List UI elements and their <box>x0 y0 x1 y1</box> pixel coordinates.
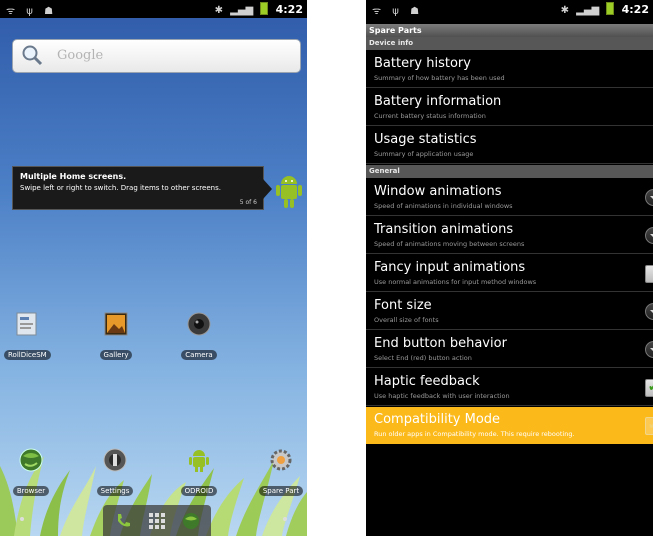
gallery-icon <box>104 312 128 336</box>
haptic-feedback-checkbox[interactable]: ✔ <box>645 379 653 397</box>
page-indicator-dot <box>283 517 287 521</box>
signal-icon: ▂▄▆ <box>576 5 600 16</box>
pref-title: Window animations <box>374 184 502 199</box>
status-bar: ᯤ ψ ☗ ✱ ▂▄▆ 4:22 <box>366 0 653 18</box>
pref-title: End button behavior <box>374 336 507 351</box>
bluetooth-icon: ✱ <box>560 5 569 16</box>
hint-pointer <box>263 179 272 199</box>
app-spare-parts[interactable]: Spare Part <box>258 446 304 497</box>
pref-summary: Select End (red) button action <box>374 354 472 362</box>
battery-icon <box>606 2 615 15</box>
signal-icon: ▂▄▆ <box>230 5 254 16</box>
bluetooth-icon: ✱ <box>214 5 223 16</box>
pref-battery-history[interactable]: Battery history Summary of how battery h… <box>366 51 653 88</box>
dropdown-arrow-icon[interactable] <box>645 189 653 206</box>
checkmark-icon: ✔ <box>648 380 653 396</box>
status-bar: ᯤ ψ ☗ ✱ ▂▄▆ 4:22 <box>0 0 307 18</box>
pref-title: Font size <box>374 298 432 313</box>
app-camera[interactable]: Camera <box>176 310 222 361</box>
app-gallery[interactable]: Gallery <box>93 310 139 361</box>
notification-icons: ᯤ ψ ☗ <box>6 6 58 17</box>
gear-icon <box>270 449 292 471</box>
app-label: RollDiceSM <box>4 350 51 360</box>
pref-title: Battery history <box>374 56 471 71</box>
app-label: Camera <box>181 350 217 360</box>
pref-summary: Speed of animations in individual window… <box>374 202 513 210</box>
app-drawer-icon[interactable] <box>147 511 167 531</box>
pref-summary: Run older apps in Compatibility mode. Th… <box>374 430 575 438</box>
app-label: ODROID <box>180 486 218 496</box>
pref-window-animations[interactable]: Window animations Speed of animations in… <box>366 179 653 216</box>
battery-icon <box>260 2 269 15</box>
category-device-info: Device info <box>366 37 653 50</box>
app-browser[interactable]: Browser <box>8 446 54 497</box>
pref-title: Usage statistics <box>374 132 477 147</box>
home-screens-hint[interactable]: Multiple Home screens. Swipe left or rig… <box>12 166 264 210</box>
search-icon <box>22 45 43 66</box>
app-label: Spare Part <box>258 486 304 496</box>
dropdown-arrow-icon[interactable] <box>645 227 653 244</box>
globe-icon <box>19 448 43 472</box>
pref-title: Compatibility Mode <box>374 412 501 427</box>
pref-title: Fancy input animations <box>374 260 526 275</box>
page-indicator-dot <box>20 517 24 521</box>
phone-icon[interactable] <box>113 511 133 531</box>
app-title-bar: Spare Parts <box>366 24 653 37</box>
pref-summary: Summary of how battery has been used <box>374 74 505 82</box>
dice-app-icon <box>16 312 37 336</box>
fancy-input-checkbox[interactable] <box>645 265 653 283</box>
category-general: General <box>366 165 653 178</box>
hint-title: Multiple Home screens. <box>20 172 127 181</box>
pref-font-size[interactable]: Font size Overall size of fonts <box>366 293 653 330</box>
dropdown-arrow-icon[interactable] <box>645 303 653 320</box>
app-odroid[interactable]: ODROID <box>176 446 222 497</box>
pref-summary: Overall size of fonts <box>374 316 439 324</box>
app-label: Gallery <box>99 350 133 360</box>
home-screen: ᯤ ψ ☗ ✱ ▂▄▆ 4:22 Google Multiple Home sc… <box>0 0 307 536</box>
android-robot-icon <box>189 450 209 472</box>
pref-title: Haptic feedback <box>374 374 480 389</box>
pref-fancy-input-animations[interactable]: Fancy input animations Use normal animat… <box>366 255 653 292</box>
dropdown-arrow-icon[interactable] <box>645 341 653 358</box>
pref-haptic-feedback[interactable]: Haptic feedback Use haptic feedback with… <box>366 369 653 406</box>
status-time: 4:22 <box>275 3 303 16</box>
pref-battery-information[interactable]: Battery information Current battery stat… <box>366 89 653 126</box>
app-label: Settings <box>96 486 134 496</box>
app-rolldicesm[interactable]: RollDiceSM <box>4 310 51 361</box>
pref-summary: Use haptic feedback with user interactio… <box>374 392 510 400</box>
pref-title: Transition animations <box>374 222 514 237</box>
pref-summary: Current battery status information <box>374 112 486 120</box>
app-label: Browser <box>12 486 50 496</box>
pref-end-button-behavior[interactable]: End button behavior Select End (red) but… <box>366 331 653 368</box>
android-robot-icon <box>276 176 302 208</box>
browser-icon[interactable] <box>181 511 201 531</box>
notification-icons: ᯤ ψ ☗ <box>372 6 424 17</box>
google-search-widget[interactable]: Google <box>12 39 301 73</box>
pref-usage-statistics[interactable]: Usage statistics Summary of application … <box>366 127 653 164</box>
hint-body: Swipe left or right to switch. Drag item… <box>20 184 221 192</box>
spare-parts-screen: ᯤ ψ ☗ ✱ ▂▄▆ 4:22 Spare Parts Device info… <box>366 0 653 536</box>
status-time: 4:22 <box>621 3 649 16</box>
pref-compatibility-mode[interactable]: Compatibility Mode Run older apps in Com… <box>366 407 653 444</box>
app-settings[interactable]: Settings <box>92 446 138 497</box>
pref-summary: Use normal animations for input method w… <box>374 278 537 286</box>
camera-icon <box>187 312 211 336</box>
checkmark-icon: ✔ <box>648 418 653 434</box>
pref-transition-animations[interactable]: Transition animations Speed of animation… <box>366 217 653 254</box>
pref-summary: Speed of animations moving between scree… <box>374 240 525 248</box>
compatibility-mode-checkbox[interactable]: ✔ <box>645 417 653 435</box>
launcher-dock <box>103 505 211 536</box>
pref-summary: Summary of application usage <box>374 150 474 158</box>
settings-icon <box>103 448 127 472</box>
pref-title: Battery information <box>374 94 502 109</box>
search-placeholder: Google <box>57 48 104 63</box>
hint-page-count: 5 of 6 <box>239 199 257 206</box>
